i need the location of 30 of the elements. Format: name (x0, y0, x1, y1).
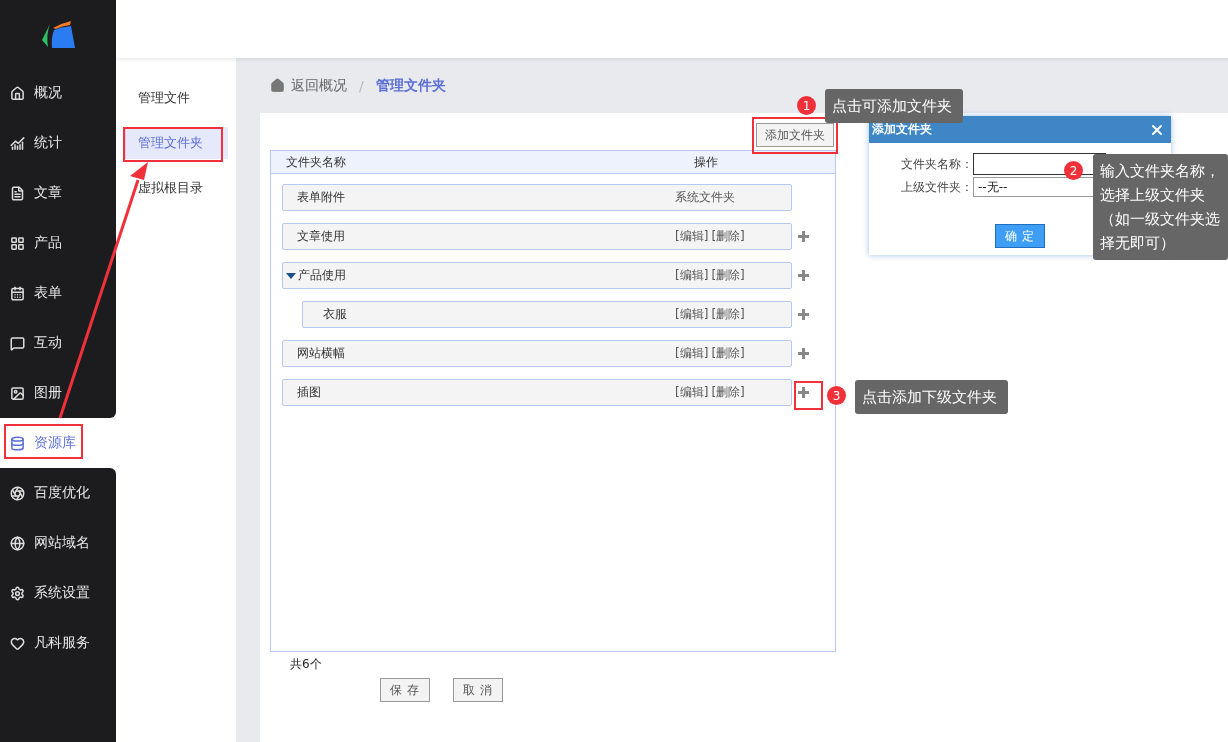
breadcrumb-separator: / (359, 77, 364, 94)
sidebar-label: 图册 (34, 384, 62, 402)
field-label: 上级文件夹： (900, 178, 973, 196)
system-folder-note: 系统文件夹 (675, 189, 736, 206)
sidebar-label: 系统设置 (34, 584, 90, 602)
sidebar-label: 文章 (34, 184, 62, 202)
sidebar-label: 互动 (34, 334, 62, 352)
sidebar-label: 凡科服务 (34, 634, 90, 652)
callout-tooltip: 输入文件夹名称，选择上级文件夹（如一级文件夹选择无即可） (1093, 154, 1228, 260)
folder-count: 共6个 (289, 656, 323, 673)
folder-name: 表单附件 (296, 189, 346, 206)
sidebar-label: 概况 (34, 84, 62, 102)
sidebar-label: 资源库 (34, 434, 76, 452)
sidebar-label: 百度优化 (34, 484, 90, 502)
folder-name: 插图 (296, 384, 322, 401)
column-header: 文件夹名称 (285, 153, 347, 171)
folder-name: 衣服 (322, 306, 348, 323)
column-header: 操作 (694, 153, 718, 171)
folder-name: 产品使用 (297, 267, 347, 284)
callout-tooltip: 点击可添加文件夹 (825, 89, 963, 123)
folder-name: 网站横幅 (296, 345, 346, 362)
field-label: 文件夹名称： (900, 155, 973, 173)
sidebar-label: 统计 (34, 134, 62, 152)
sidebar-label: 网站域名 (34, 534, 90, 552)
breadcrumb-current: 管理文件夹 (375, 76, 446, 95)
sidebar-label: 表单 (34, 284, 62, 302)
dialog-title: 添加文件夹 (872, 121, 932, 138)
folder-name: 文章使用 (296, 228, 346, 245)
sidebar-label: 产品 (34, 234, 62, 252)
callout-tooltip: 点击添加下级文件夹 (855, 380, 1008, 414)
